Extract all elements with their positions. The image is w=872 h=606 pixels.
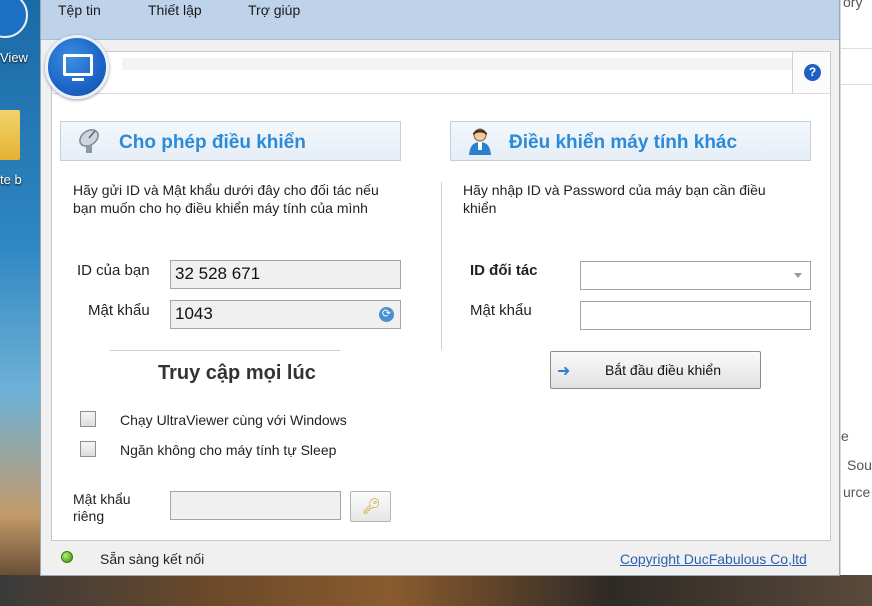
desktop-icon-label: View [0,50,28,65]
prevent-sleep-checkbox[interactable] [80,441,96,457]
menu-file[interactable]: Tệp tin [58,2,101,18]
bg-text-fragment: urce [843,484,871,500]
status-text: Sẵn sàng kết nối [100,551,205,567]
run-with-windows-checkbox[interactable] [80,411,96,427]
menu-help[interactable]: Trợ giúp [248,2,300,18]
desktop-left-strip [0,0,40,606]
start-control-label: Bắt đầu điều khiển [605,362,721,378]
partner-password-label: Mật khẩu [470,302,532,319]
set-private-password-button[interactable]: 🔑︎ [350,491,391,522]
allow-control-header: Cho phép điều khiển [60,121,401,161]
user-icon [469,128,491,155]
arrow-right-icon: ➜ [557,363,571,380]
satellite-dish-icon [79,129,99,153]
menu-bar: Tệp tin Thiết lập Trợ giúp [41,0,839,40]
app-logo [45,35,109,99]
anytime-access-title: Truy cập mọi lúc [158,362,316,384]
your-id-label: ID của bạn [77,262,150,279]
private-password-field[interactable] [170,491,341,520]
background-window-edge: ory e Sou urce [840,0,872,575]
refresh-password-icon[interactable]: ⟳ [379,307,394,322]
run-with-windows-label[interactable]: Chạy UltraViewer cùng với Windows [120,412,347,428]
your-id-field[interactable]: 32 528 671 [170,260,401,289]
your-password-value: 1043 [175,304,213,323]
desktop-folder-label: te b [0,172,22,187]
your-password-label: Mật khẩu [88,302,150,319]
top-bar: ? [52,52,830,94]
help-button[interactable]: ? [792,52,830,93]
desktop-wallpaper-bottom [0,575,872,606]
partner-id-label: ID đối tác [470,262,538,279]
partner-id-combobox[interactable] [580,261,811,290]
prevent-sleep-label[interactable]: Ngăn không cho máy tính tự Sleep [120,442,336,458]
control-other-description: Hãy nhập ID và Password của máy bạn cần … [463,182,766,216]
your-password-field[interactable]: 1043 ⟳ [170,300,401,329]
bg-text-fragment: ory [843,0,863,10]
menu-settings[interactable]: Thiết lập [148,2,202,18]
allow-control-description: Hãy gửi ID và Mật khẩu dưới đây cho đối … [73,182,379,216]
control-other-title: Điều khiển máy tính khác [509,132,738,153]
your-id-value: 32 528 671 [175,264,261,283]
copyright-link[interactable]: Copyright DucFabulous Co,ltd [620,551,807,567]
section-divider [110,350,340,351]
allow-control-title: Cho phép điều khiển [119,132,306,153]
monitor-icon [63,54,93,76]
bg-text-fragment: Sou [847,457,872,473]
help-icon: ? [804,64,821,81]
desktop-folder-icon[interactable] [0,110,20,160]
partner-password-field[interactable] [580,301,811,330]
control-other-header: Điều khiển máy tính khác [450,121,811,161]
status-indicator [61,551,73,563]
chevron-down-icon[interactable] [794,273,802,278]
private-password-label: Mật khẩu riêng [73,491,131,524]
start-control-button[interactable]: ➜ Bắt đầu điều khiển [550,351,761,389]
bg-text-fragment: e [841,428,849,444]
column-divider [441,182,442,350]
key-icon: 🔑︎ [362,498,382,515]
